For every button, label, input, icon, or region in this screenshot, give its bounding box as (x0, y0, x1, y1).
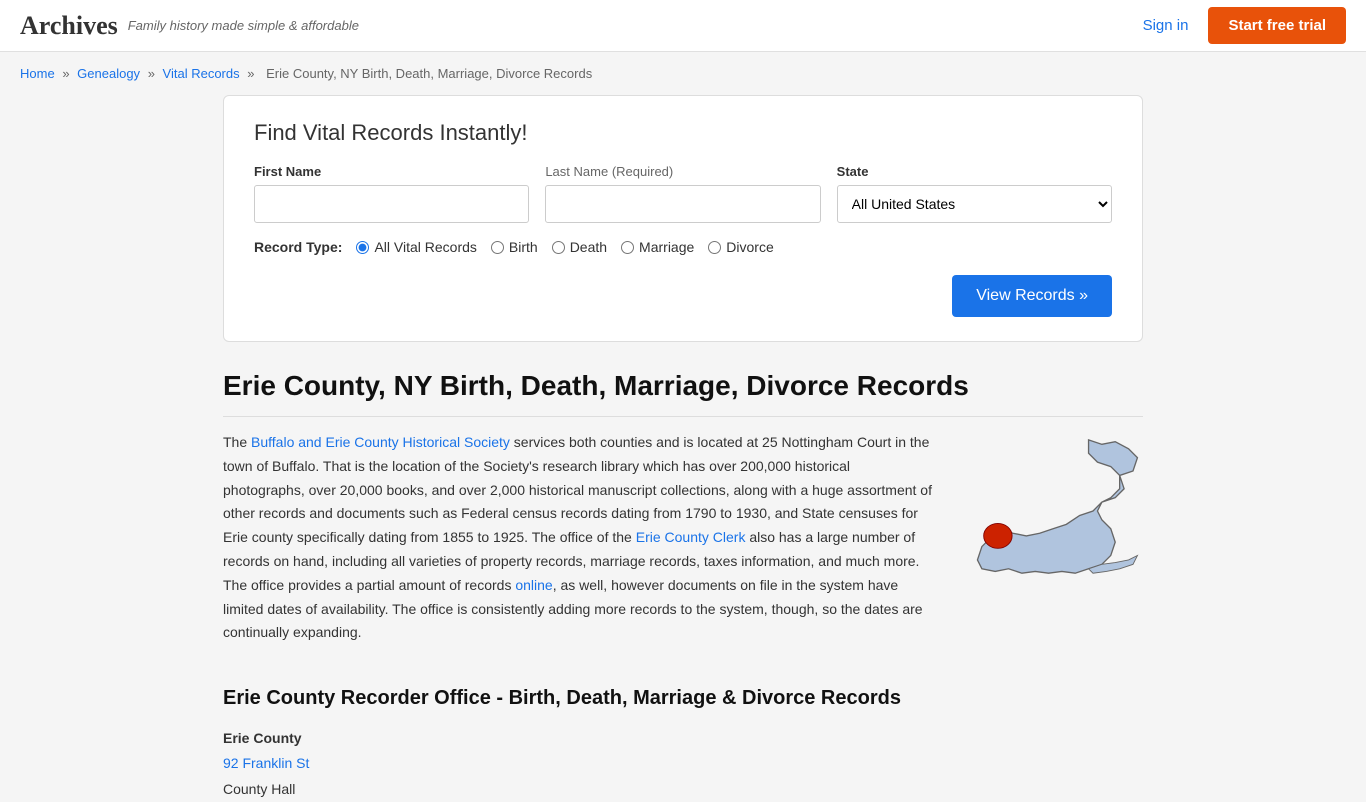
breadcrumb-separator-1: » (62, 66, 69, 81)
view-records-button[interactable]: View Records » (952, 275, 1112, 317)
first-name-label: First Name (254, 164, 529, 179)
address-name: Erie County (223, 730, 302, 746)
address-street-link[interactable]: 92 Franklin St (223, 755, 309, 771)
start-trial-button[interactable]: Start free trial (1208, 7, 1346, 44)
breadcrumb-separator-2: » (148, 66, 155, 81)
content-text: The Buffalo and Erie County Historical S… (223, 431, 933, 657)
content-body: The Buffalo and Erie County Historical S… (223, 431, 1143, 657)
last-name-input[interactable] (545, 185, 820, 223)
search-fields: First Name Last Name (Required) State Al… (254, 164, 1112, 223)
breadcrumb-genealogy[interactable]: Genealogy (77, 66, 140, 81)
sign-in-link[interactable]: Sign in (1143, 17, 1189, 34)
radio-all-vital[interactable]: All Vital Records (356, 239, 476, 255)
state-field-group: State All United States Alabama Alaska A… (837, 164, 1112, 223)
content-paragraph: The Buffalo and Erie County Historical S… (223, 431, 933, 645)
site-header: Archives Family history made simple & af… (0, 0, 1366, 52)
last-name-field-group: Last Name (Required) (545, 164, 820, 223)
search-box: Find Vital Records Instantly! First Name… (223, 95, 1143, 342)
record-type-label: Record Type: (254, 239, 342, 255)
breadcrumb-current: Erie County, NY Birth, Death, Marriage, … (266, 66, 592, 81)
page-title: Erie County, NY Birth, Death, Marriage, … (223, 370, 1143, 417)
erie-clerk-link[interactable]: Erie County Clerk (636, 529, 746, 545)
search-title: Find Vital Records Instantly! (254, 120, 1112, 146)
address-block: Erie County 92 Franklin St County Hall (223, 726, 1143, 802)
header-logo-area: Archives Family history made simple & af… (20, 11, 359, 41)
breadcrumb-vital-records[interactable]: Vital Records (163, 66, 240, 81)
breadcrumb: Home » Genealogy » Vital Records » Erie … (0, 52, 1366, 95)
ny-map-svg (963, 431, 1143, 591)
header-actions: Sign in Start free trial (1143, 7, 1346, 44)
last-name-label: Last Name (Required) (545, 164, 820, 179)
address-line2: County Hall (223, 781, 295, 797)
breadcrumb-separator-3: » (247, 66, 254, 81)
section-heading: Erie County Recorder Office - Birth, Dea… (223, 687, 1143, 710)
buffalo-society-link[interactable]: Buffalo and Erie County Historical Socie… (251, 434, 510, 450)
site-logo: Archives (20, 11, 118, 41)
state-select[interactable]: All United States Alabama Alaska Arizona… (837, 185, 1112, 223)
radio-marriage[interactable]: Marriage (621, 239, 694, 255)
state-label: State (837, 164, 1112, 179)
main-content: Find Vital Records Instantly! First Name… (203, 95, 1163, 802)
view-records-row: View Records » (254, 275, 1112, 317)
ny-state-map (963, 431, 1143, 657)
radio-birth[interactable]: Birth (491, 239, 538, 255)
record-type-row: Record Type: All Vital Records Birth Dea… (254, 239, 1112, 255)
online-link[interactable]: online (515, 577, 552, 593)
site-tagline: Family history made simple & affordable (128, 18, 359, 33)
first-name-field-group: First Name (254, 164, 529, 223)
radio-divorce[interactable]: Divorce (708, 239, 773, 255)
breadcrumb-home[interactable]: Home (20, 66, 55, 81)
first-name-input[interactable] (254, 185, 529, 223)
radio-death[interactable]: Death (552, 239, 607, 255)
